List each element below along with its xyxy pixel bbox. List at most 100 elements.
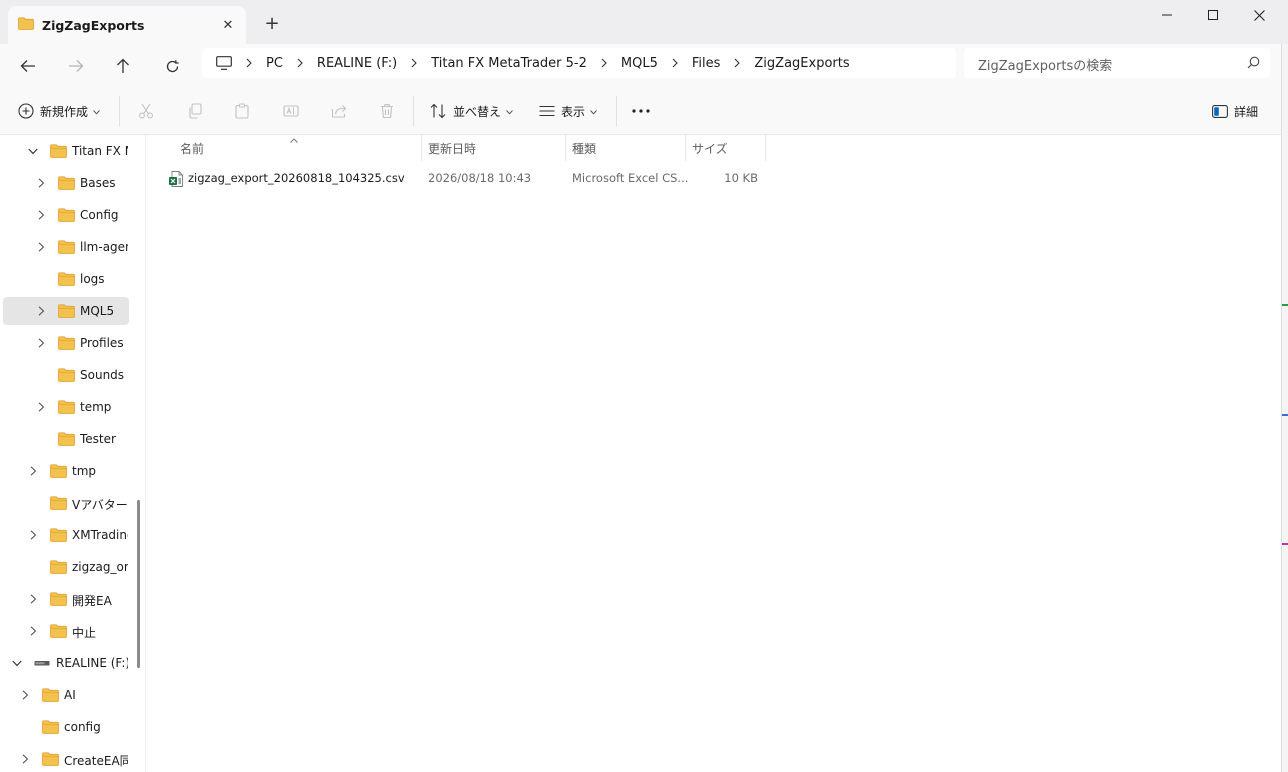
sidebar-item-zigzag-orig[interactable]: zigzag_orig — [0, 553, 128, 581]
chevron-right-icon — [411, 58, 417, 68]
sidebar-item-temp[interactable]: temp — [0, 393, 128, 421]
sidebar-item-titan-fx-m[interactable]: Titan FX M — [0, 137, 128, 165]
search-icon — [1247, 56, 1260, 72]
sidebar-item-logs[interactable]: logs — [0, 265, 128, 293]
background-mark — [1282, 543, 1288, 545]
sort-caret-icon — [290, 132, 298, 146]
new-button[interactable]: 新規作成 — [18, 96, 100, 126]
up-button[interactable] — [107, 50, 139, 82]
search-box[interactable]: ZigZagExportsの検索 — [964, 48, 1270, 78]
copy-button[interactable] — [187, 96, 203, 126]
excel-file-icon — [168, 171, 184, 190]
sidebar-item-tester[interactable]: Tester — [0, 425, 128, 453]
chevron-right-icon[interactable] — [33, 175, 49, 191]
sidebar-item-config[interactable]: config — [0, 713, 128, 741]
back-button[interactable] — [12, 50, 44, 82]
sidebar-item-xmtrading[interactable]: XMTrading — [0, 521, 128, 549]
sidebar-item-v[interactable]: Vアバター — [0, 489, 128, 517]
chevron-right-icon — [734, 58, 741, 68]
minimize-button[interactable] — [1144, 0, 1190, 30]
chevron-right-icon — [297, 58, 303, 68]
chevron-right-icon[interactable] — [33, 335, 49, 351]
chevron-right-icon[interactable] — [25, 527, 41, 543]
file-modified: 2026/08/18 10:43 — [428, 171, 532, 185]
sidebar-item-createea[interactable]: CreateEA同期 — [0, 745, 128, 772]
sidebar-item-ea[interactable]: 開発EA — [0, 585, 128, 613]
sidebar-item-mql5[interactable]: MQL5 — [3, 297, 129, 325]
share-button[interactable] — [331, 96, 347, 126]
sidebar-scrollbar[interactable] — [137, 500, 140, 668]
column-type[interactable]: 種類 — [572, 135, 596, 161]
sidebar-item-label: REALINE (F:) — [56, 656, 128, 670]
rename-button[interactable] — [283, 96, 299, 126]
chevron-right-icon[interactable] — [25, 623, 41, 639]
column-modified[interactable]: 更新日時 — [428, 135, 476, 161]
chevron-right-icon[interactable] — [33, 207, 49, 223]
folder-icon — [50, 528, 67, 545]
folder-icon — [50, 624, 67, 641]
navigation-pane: Titan FX M Bases Config llm-agent logs MQL5 Pr… — [0, 135, 145, 772]
breadcrumb-files[interactable]: Files — [692, 56, 721, 71]
column-divider[interactable] — [765, 135, 766, 161]
sidebar-item-label: temp — [80, 400, 112, 414]
toolbar-divider — [616, 96, 617, 126]
chevron-right-icon[interactable] — [33, 303, 49, 319]
sidebar-item-realine-f[interactable]: REALINE (F:) — [0, 649, 128, 677]
address-bar[interactable]: PC REALINE (F:) Titan FX MetaTrader 5-2 … — [202, 48, 956, 78]
sidebar-item-label: CreateEA同期 — [64, 754, 128, 768]
refresh-button[interactable] — [156, 50, 188, 82]
column-divider[interactable] — [421, 135, 422, 161]
breadcrumb-zigzagexports[interactable]: ZigZagExports — [754, 56, 849, 71]
column-name[interactable]: 名前 — [180, 135, 204, 161]
sidebar-item-bases[interactable]: Bases — [0, 169, 128, 197]
breadcrumb-realine[interactable]: REALINE (F:) — [317, 56, 397, 71]
sidebar-item-[interactable]: 中止 — [0, 617, 128, 645]
sidebar-item-llm-agent[interactable]: llm-agent — [0, 233, 128, 261]
chevron-right-icon[interactable] — [17, 687, 33, 703]
details-pane-icon — [1212, 104, 1228, 118]
folder-icon — [58, 240, 75, 257]
paste-button[interactable] — [234, 96, 250, 126]
column-size[interactable]: サイズ — [692, 135, 728, 161]
chevron-right-icon[interactable] — [33, 399, 49, 415]
sidebar-item-label: AI — [64, 688, 76, 702]
sidebar-item-sounds[interactable]: Sounds — [0, 361, 128, 389]
column-divider[interactable] — [565, 135, 566, 161]
sidebar-item-ai[interactable]: AI — [0, 681, 128, 709]
cut-button[interactable] — [138, 96, 154, 126]
tab-title: ZigZagExports — [42, 17, 145, 33]
chevron-right-icon[interactable] — [33, 239, 49, 255]
sidebar-item-label: Tester — [80, 432, 116, 446]
breadcrumb-titan-fx[interactable]: Titan FX MetaTrader 5-2 — [431, 56, 587, 71]
more-options-button[interactable] — [632, 96, 650, 126]
breadcrumb-mql5[interactable]: MQL5 — [621, 56, 658, 71]
column-divider[interactable] — [685, 135, 686, 161]
sidebar-item-config[interactable]: Config — [0, 201, 128, 229]
trash-icon — [381, 103, 393, 119]
folder-icon — [18, 17, 34, 33]
delete-button[interactable] — [379, 96, 395, 126]
details-pane-button[interactable]: 詳細 — [1212, 96, 1258, 126]
chevron-right-icon[interactable] — [25, 591, 41, 607]
chevron-down-icon[interactable] — [25, 143, 41, 159]
sort-button[interactable]: 並べ替え — [430, 96, 513, 126]
close-window-button[interactable] — [1236, 0, 1282, 30]
sidebar-item-tmp[interactable]: tmp — [0, 457, 128, 485]
scissors-icon — [139, 103, 153, 119]
breadcrumb-pc[interactable]: PC — [266, 56, 283, 71]
computer-icon — [216, 56, 232, 70]
sidebar-item-label: zigzag_orig — [72, 560, 128, 574]
chevron-down-icon[interactable] — [9, 655, 25, 671]
close-tab-icon[interactable]: ✕ — [216, 18, 240, 33]
view-button[interactable]: 表示 — [539, 96, 597, 126]
forward-button[interactable] — [60, 50, 92, 82]
chevron-right-icon[interactable] — [17, 751, 33, 767]
new-tab-button[interactable]: + — [260, 12, 284, 36]
tab-zigzagexports[interactable]: ZigZagExports ✕ — [8, 6, 246, 44]
chevron-right-icon — [246, 58, 252, 68]
sidebar-item-label: Profiles — [80, 336, 124, 350]
sidebar-item-label: logs — [80, 272, 105, 286]
chevron-right-icon[interactable] — [25, 463, 41, 479]
sidebar-item-profiles[interactable]: Profiles — [0, 329, 128, 357]
maximize-button[interactable] — [1190, 0, 1236, 30]
